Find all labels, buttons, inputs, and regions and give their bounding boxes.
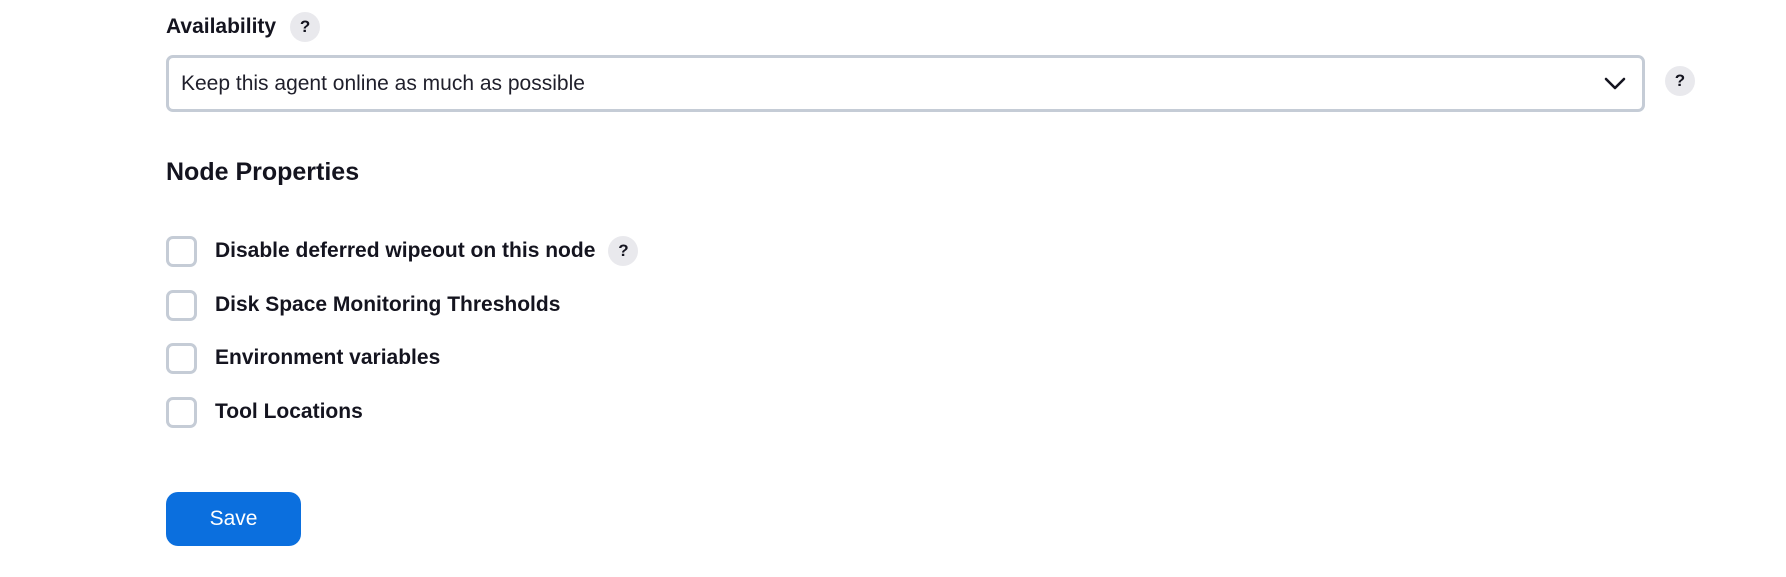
disable-deferred-wipeout-checkbox[interactable]	[166, 235, 197, 267]
availability-label: Availability	[166, 15, 277, 38]
availability-selected-value: Keep this agent online as much as possib…	[181, 71, 585, 95]
availability-select-help-icon[interactable]: ?	[1665, 66, 1695, 96]
chevron-down-icon	[1604, 77, 1626, 89]
environment-variables-label[interactable]: Environment variables	[215, 346, 440, 370]
node-property-disable-deferred-wipeout: Disable deferred wipeout on this node ?	[166, 234, 639, 268]
disable-deferred-wipeout-help-icon[interactable]: ?	[608, 236, 639, 266]
disk-space-monitoring-label[interactable]: Disk Space Monitoring Thresholds	[215, 293, 560, 317]
tool-locations-checkbox[interactable]	[166, 396, 197, 428]
tool-locations-label[interactable]: Tool Locations	[215, 400, 363, 424]
save-button[interactable]: Save	[166, 492, 301, 546]
availability-label-row: Availability ?	[166, 12, 321, 42]
disk-space-monitoring-checkbox[interactable]	[166, 289, 197, 321]
node-property-disk-space-monitoring: Disk Space Monitoring Thresholds	[166, 288, 560, 322]
disable-deferred-wipeout-label[interactable]: Disable deferred wipeout on this node	[215, 239, 595, 263]
availability-select[interactable]: Keep this agent online as much as possib…	[166, 55, 1645, 112]
environment-variables-checkbox[interactable]	[166, 342, 197, 374]
node-property-tool-locations: Tool Locations	[166, 395, 363, 429]
node-property-environment-variables: Environment variables	[166, 341, 440, 375]
availability-help-icon[interactable]: ?	[290, 12, 321, 42]
node-properties-heading: Node Properties	[166, 158, 360, 186]
